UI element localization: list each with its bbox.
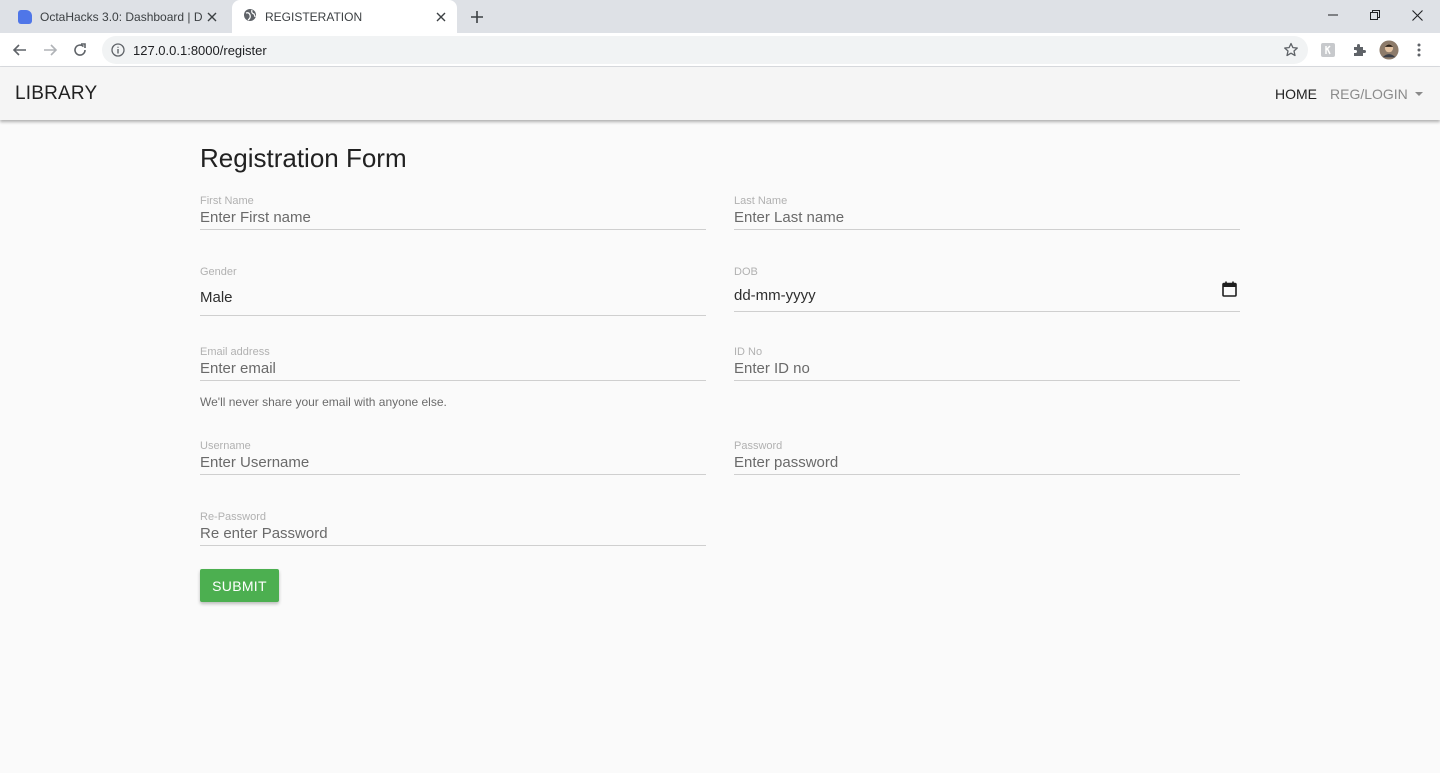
tab-registeration[interactable]: REGISTERATION xyxy=(232,0,457,33)
address-bar[interactable]: 127.0.0.1:8000/register xyxy=(102,36,1308,64)
caret-down-icon xyxy=(1414,92,1423,96)
brand-logo[interactable]: LIBRARY xyxy=(15,83,97,105)
avatar[interactable] xyxy=(1379,40,1399,60)
dob-underline xyxy=(734,311,1240,312)
menu-kebab-icon[interactable] xyxy=(1409,40,1429,60)
back-button[interactable] xyxy=(8,38,32,62)
submit-button[interactable]: SUBMIT xyxy=(200,569,279,602)
nav-home[interactable]: HOME xyxy=(1275,86,1317,102)
reload-button[interactable] xyxy=(68,38,92,62)
username-group: Username xyxy=(200,440,706,482)
restore-button[interactable] xyxy=(1352,0,1398,30)
devfolio-icon xyxy=(18,9,32,24)
email-input[interactable] xyxy=(200,357,706,381)
password-input[interactable] xyxy=(734,451,1240,475)
page-title: Registration Form xyxy=(200,143,407,173)
re-password-input[interactable] xyxy=(200,522,706,546)
password-group: Password xyxy=(734,440,1240,482)
close-window-button[interactable] xyxy=(1394,0,1440,30)
username-input[interactable] xyxy=(200,451,706,475)
dob-label: DOB xyxy=(734,266,758,278)
globe-icon xyxy=(243,8,257,25)
email-group: Email address xyxy=(200,346,706,388)
url-text: 127.0.0.1:8000/register xyxy=(133,43,267,58)
first-name-input[interactable] xyxy=(200,206,706,230)
tab-octahacks[interactable]: OctaHacks 3.0: Dashboard | Devfolio xyxy=(8,0,228,33)
bookmark-star-icon[interactable] xyxy=(1283,42,1299,63)
extension-icon[interactable] xyxy=(1318,40,1338,60)
new-tab-button[interactable] xyxy=(466,6,488,28)
gender-underline xyxy=(200,315,706,316)
gender-select[interactable]: Male xyxy=(200,289,233,306)
re-password-group: Re-Password xyxy=(200,511,706,553)
id-no-group: ID No xyxy=(734,346,1240,388)
close-icon[interactable] xyxy=(202,7,222,27)
puzzle-extensions-icon[interactable] xyxy=(1349,40,1369,60)
last-name-group: Last Name xyxy=(734,195,1240,237)
dob-group: DOB dd-mm-yyyy xyxy=(734,266,1240,312)
tab-title: OctaHacks 3.0: Dashboard | Devfolio xyxy=(40,9,202,24)
id-no-input[interactable] xyxy=(734,357,1240,381)
first-name-group: First Name xyxy=(200,195,706,237)
last-name-input[interactable] xyxy=(734,206,1240,230)
info-icon[interactable] xyxy=(111,43,125,62)
email-help-text: We'll never share your email with anyone… xyxy=(200,395,447,409)
nav-reg-login-label: REG/LOGIN xyxy=(1330,86,1408,102)
tab-title: REGISTERATION xyxy=(265,9,363,24)
browser-toolbar: 127.0.0.1:8000/register xyxy=(0,33,1440,67)
nav-reg-login-dropdown[interactable]: REG/LOGIN xyxy=(1330,86,1423,102)
forward-button[interactable] xyxy=(38,38,62,62)
browser-tabstrip: OctaHacks 3.0: Dashboard | Devfolio REGI… xyxy=(0,0,1440,33)
dob-input[interactable]: dd-mm-yyyy xyxy=(734,287,816,304)
close-icon[interactable] xyxy=(431,7,451,27)
app-navbar: LIBRARY HOME REG/LOGIN xyxy=(0,67,1440,120)
minimize-button[interactable] xyxy=(1310,0,1356,30)
gender-group: Gender Male xyxy=(200,266,706,316)
gender-label: Gender xyxy=(200,266,237,278)
calendar-icon[interactable] xyxy=(1222,281,1237,302)
